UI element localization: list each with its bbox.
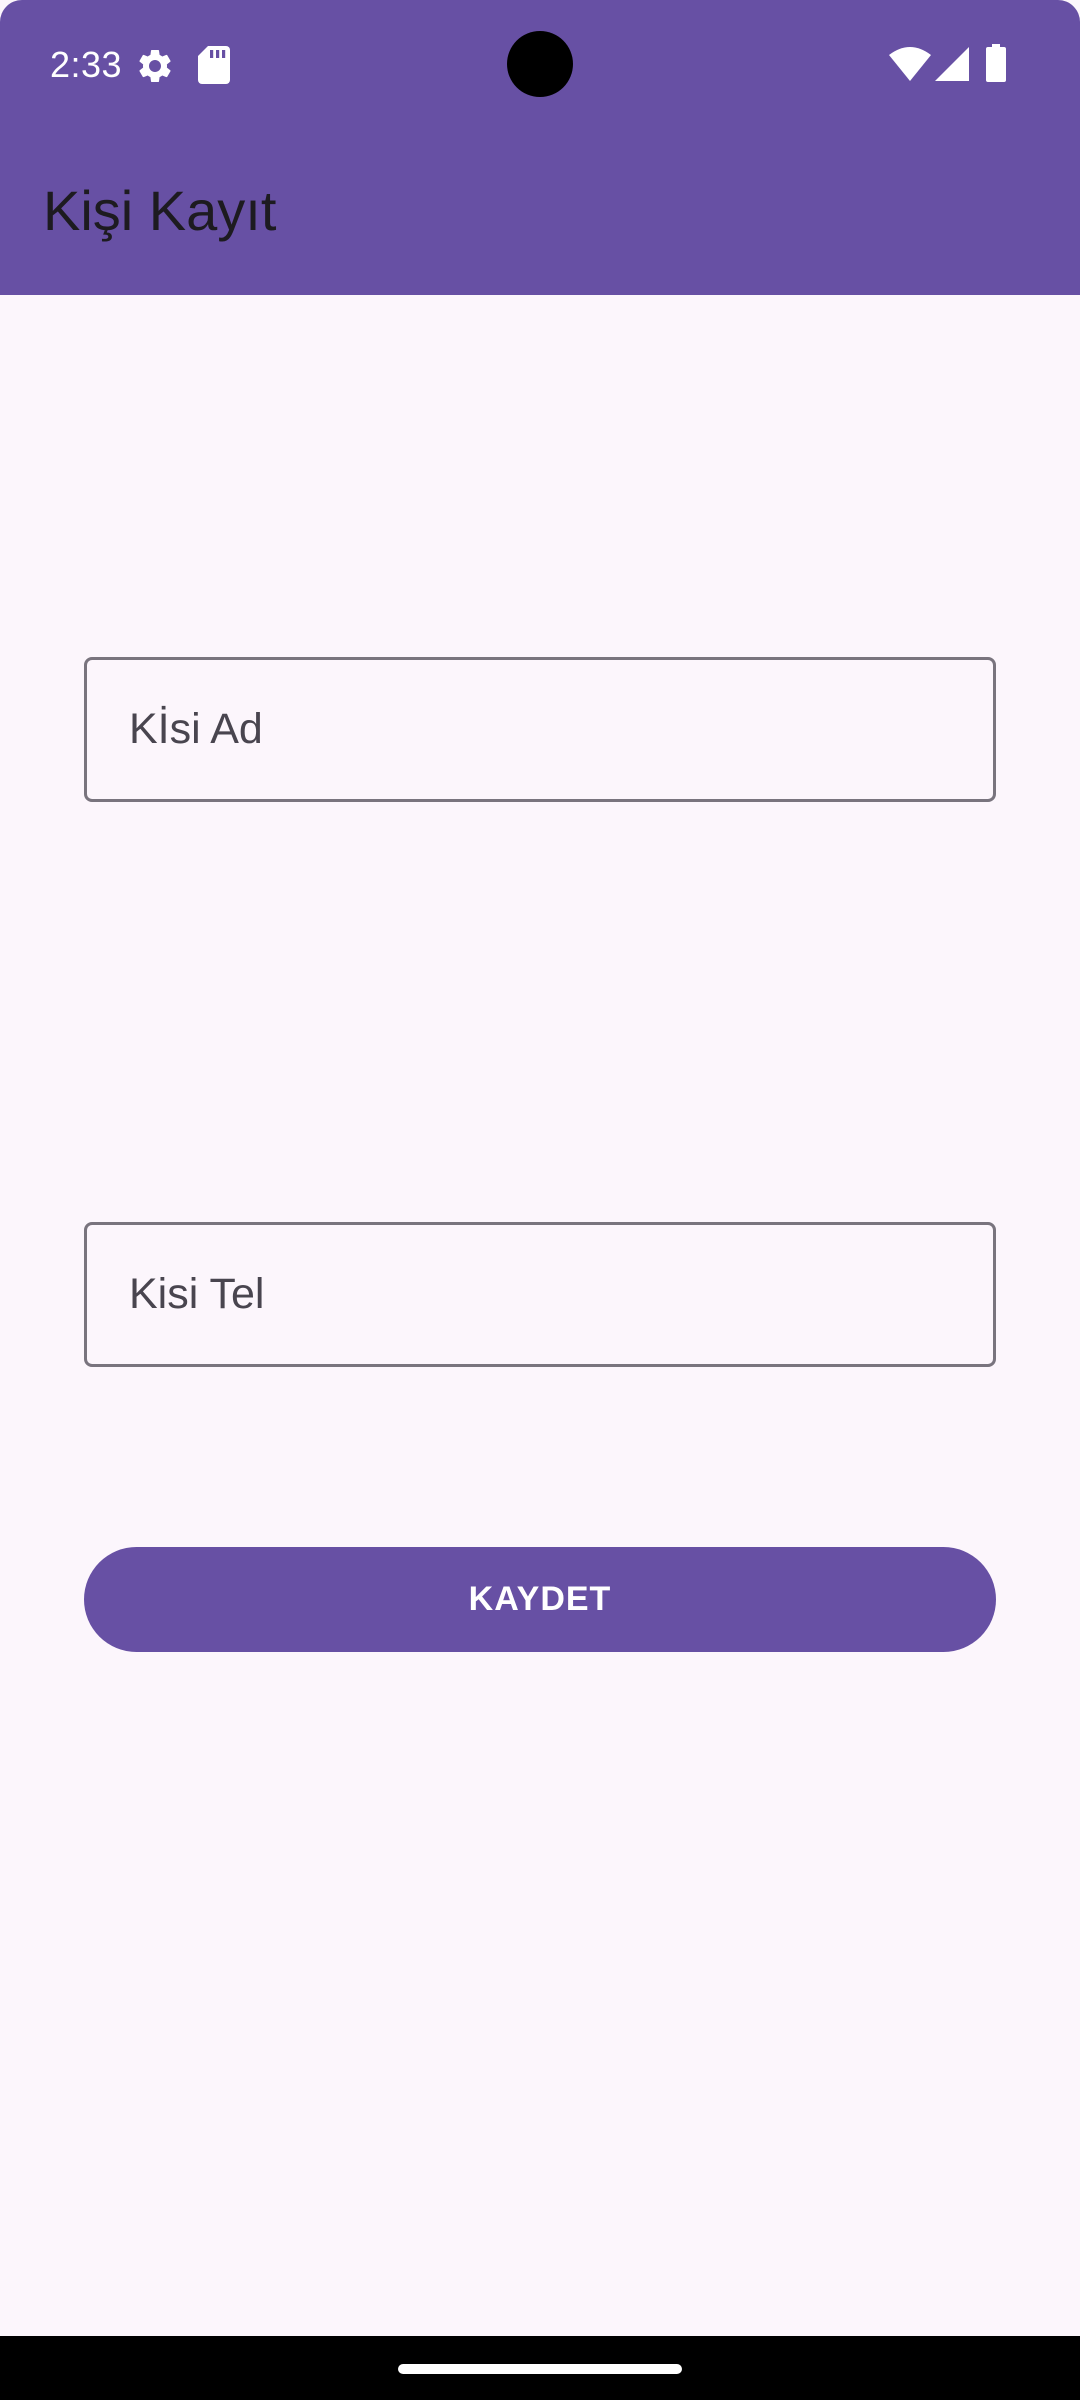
camera-cutout xyxy=(507,31,573,97)
name-field-placeholder: Kİsi Ad xyxy=(129,705,263,753)
sd-card-icon xyxy=(198,46,230,84)
phone-field-placeholder: Kisi Tel xyxy=(129,1270,265,1318)
home-gesture-handle[interactable] xyxy=(398,2364,682,2374)
app-screen: 2:33 Kişi Kayıt Kİsi Ad Kisi Tel KAYDET xyxy=(0,0,1080,2400)
status-time: 2:33 xyxy=(50,44,123,85)
cellular-signal-icon xyxy=(935,47,969,81)
phone-field[interactable]: Kisi Tel xyxy=(84,1222,996,1367)
name-field[interactable]: Kİsi Ad xyxy=(84,657,996,802)
settings-icon xyxy=(139,49,171,82)
app-title: Kişi Kayıt xyxy=(43,179,277,242)
wifi-icon xyxy=(889,47,931,81)
top-app-bar: 2:33 Kişi Kayıt xyxy=(0,0,1080,295)
save-button[interactable]: KAYDET xyxy=(84,1547,996,1652)
battery-icon xyxy=(986,44,1006,82)
